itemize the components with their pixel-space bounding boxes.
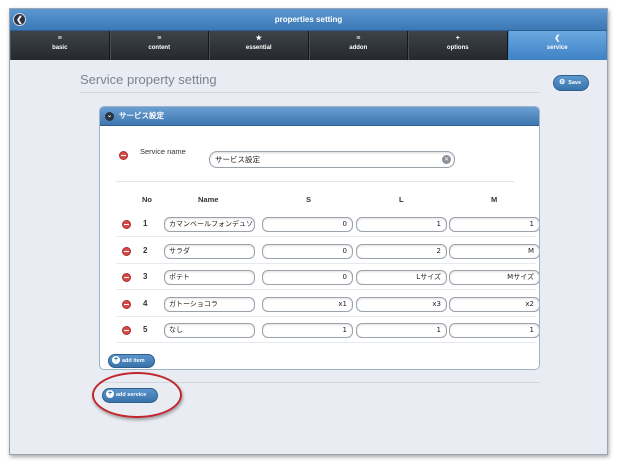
service-name-value: サービス設定: [215, 155, 260, 164]
tab-service[interactable]: ❮ service: [507, 31, 607, 60]
size-m-input[interactable]: x2: [449, 297, 539, 312]
delete-row-icon[interactable]: [122, 273, 131, 282]
size-l-input[interactable]: 2: [356, 244, 447, 259]
panel-header[interactable]: ⌄ サービス設定: [100, 107, 539, 126]
item-name-input[interactable]: サラダ: [164, 244, 255, 259]
tab-label: content: [148, 45, 171, 51]
size-l-input[interactable]: 1: [356, 323, 447, 338]
tab-content[interactable]: ≡ content: [109, 31, 209, 60]
row-divider: [116, 263, 536, 264]
plus-icon: +: [455, 35, 460, 42]
title-bar: ❮ properties setting: [10, 9, 607, 31]
tab-addon[interactable]: ≡ addon: [308, 31, 408, 60]
list-icon: ≡: [157, 35, 162, 42]
row-divider: [116, 316, 536, 317]
tab-basic[interactable]: ≡ basic: [10, 31, 110, 60]
delete-service-icon[interactable]: [119, 151, 128, 160]
row-divider: [116, 342, 536, 343]
plus-icon: +: [112, 356, 120, 365]
tab-options[interactable]: + options: [408, 31, 508, 60]
item-name-input[interactable]: ポテト: [164, 270, 255, 285]
tab-essential[interactable]: ★ essential: [209, 31, 309, 60]
size-l-input[interactable]: x3: [356, 297, 447, 312]
column-header-no: No: [142, 195, 152, 204]
window-title: properties setting: [274, 15, 343, 24]
divider: [80, 92, 540, 93]
item-name-input[interactable]: なし: [164, 323, 255, 338]
tab-label: essential: [245, 45, 272, 51]
delete-row-icon[interactable]: [122, 247, 131, 256]
column-header-m: M: [491, 195, 498, 204]
chevron-left-icon: ❮: [554, 35, 561, 42]
highlight-circle: [92, 372, 182, 418]
clear-icon[interactable]: ✕: [442, 155, 451, 164]
row-number: 5: [143, 325, 148, 334]
tab-bar: ≡ basic ≡ content ★ essential ≡ addon + …: [10, 31, 607, 60]
tab-label: basic: [52, 45, 68, 51]
service-name-label: Service name: [140, 147, 186, 156]
item-name-input[interactable]: ガトーショコラ: [164, 297, 255, 312]
tab-label: service: [546, 45, 568, 51]
list-icon: ≡: [57, 35, 62, 42]
delete-row-icon[interactable]: [122, 300, 131, 309]
add-item-button[interactable]: + add item: [108, 354, 155, 368]
size-m-input[interactable]: M: [449, 244, 539, 259]
tab-label: addon: [349, 45, 368, 51]
divider: [116, 181, 514, 182]
page-title: Service property setting: [80, 72, 217, 87]
add-item-label: add item: [122, 358, 145, 364]
column-header-name: Name: [198, 195, 219, 204]
save-button[interactable]: ⚙ Save: [553, 75, 589, 91]
size-l-input[interactable]: 1: [356, 217, 447, 232]
star-icon: ★: [255, 35, 262, 42]
size-s-input[interactable]: 0: [262, 217, 353, 232]
row-divider: [116, 236, 536, 237]
column-header-l: L: [399, 195, 404, 204]
size-l-input[interactable]: Lサイズ: [356, 270, 447, 285]
save-label: Save: [568, 80, 582, 86]
column-header-s: S: [306, 195, 312, 204]
panel-title: サービス設定: [119, 111, 164, 120]
service-name-input[interactable]: サービス設定 ✕: [209, 151, 455, 168]
row-number: 3: [143, 272, 148, 281]
app-window: ❮ properties setting ≡ basic ≡ content ★…: [9, 8, 608, 455]
size-s-input[interactable]: 0: [262, 244, 353, 259]
row-number: 2: [143, 246, 148, 255]
item-name-input[interactable]: カマンベールフォンデュソ: [164, 217, 255, 232]
row-number: 4: [143, 299, 148, 308]
chevron-down-icon: ⌄: [105, 112, 114, 121]
size-s-input[interactable]: 0: [262, 270, 353, 285]
list-icon: ≡: [356, 35, 361, 42]
size-m-input[interactable]: 1: [449, 323, 539, 338]
row-divider: [116, 289, 536, 290]
tab-label: options: [446, 45, 469, 51]
back-button[interactable]: ❮: [13, 13, 26, 26]
size-m-input[interactable]: 1: [449, 217, 539, 232]
gear-icon: ⚙: [559, 79, 566, 86]
size-m-input[interactable]: Mサイズ: [449, 270, 539, 285]
size-s-input[interactable]: x1: [262, 297, 353, 312]
delete-row-icon[interactable]: [122, 220, 131, 229]
size-s-input[interactable]: 1: [262, 323, 353, 338]
delete-row-icon[interactable]: [122, 326, 131, 335]
row-number: 1: [143, 219, 148, 228]
service-panel: ⌄ サービス設定 Service name サービス設定 ✕ No Name S…: [99, 106, 540, 370]
